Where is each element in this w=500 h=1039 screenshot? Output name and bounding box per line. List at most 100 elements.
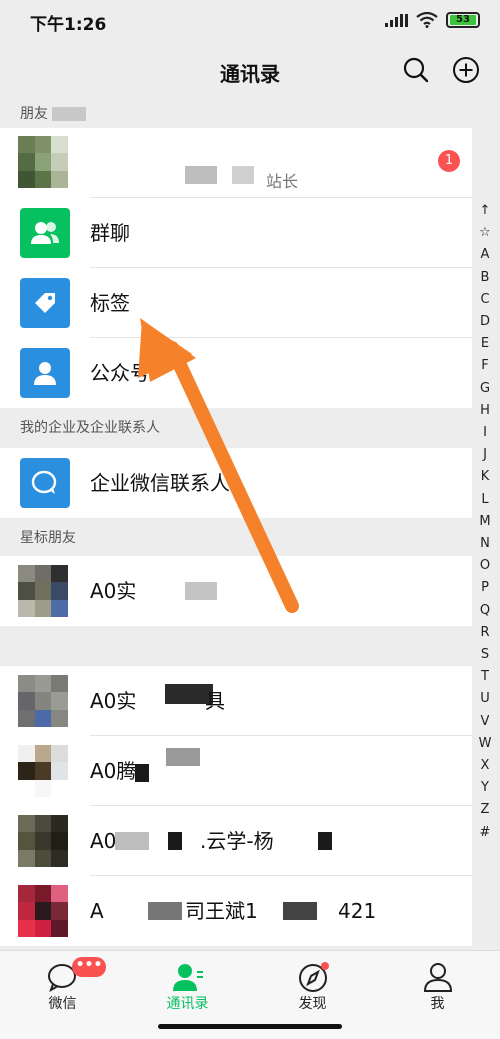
- compass-icon: [299, 962, 329, 992]
- index-letter[interactable]: O: [474, 555, 496, 577]
- tab-label: 发现: [298, 996, 327, 1012]
- section-header-blank: [0, 626, 472, 666]
- avatar: [18, 136, 68, 188]
- index-letter[interactable]: K: [474, 466, 496, 488]
- index-letter[interactable]: W: [474, 733, 496, 755]
- contact-name: 司王斌1: [185, 899, 258, 923]
- mosaic-block: [318, 832, 332, 850]
- index-letter[interactable]: D: [474, 311, 496, 333]
- signal-icon: [385, 13, 408, 27]
- new-friend-row[interactable]: 站长 1: [0, 128, 472, 198]
- contact-row[interactable]: A0实: [0, 556, 472, 626]
- index-letter[interactable]: ☆: [474, 222, 496, 244]
- index-letter[interactable]: U: [474, 688, 496, 710]
- index-letter[interactable]: Y: [474, 777, 496, 799]
- more-badge: •••: [72, 957, 106, 977]
- contact-row[interactable]: A0腾: [0, 736, 472, 806]
- friend-subtitle: 站长: [266, 172, 299, 191]
- index-letter[interactable]: #: [474, 822, 496, 844]
- official-account-icon: [20, 348, 70, 398]
- status-bar: 下午1:26 53: [0, 0, 500, 40]
- enterprise-wechat-icon: [20, 458, 70, 508]
- tab-chats[interactable]: ••• 微信: [0, 951, 125, 1039]
- tab-me[interactable]: 我: [375, 951, 500, 1039]
- mosaic-block: [52, 107, 87, 121]
- mosaic-block: [168, 832, 182, 850]
- index-letter[interactable]: R: [474, 622, 496, 644]
- enterprise-contacts-label: 企业微信联系人: [90, 471, 230, 495]
- contact-name-suffix: 421: [338, 899, 377, 923]
- tab-label: 我: [430, 996, 445, 1012]
- status-indicators: 53: [385, 12, 480, 28]
- index-letter[interactable]: ↑: [474, 200, 496, 222]
- index-letter[interactable]: E: [474, 333, 496, 355]
- index-letter[interactable]: M: [474, 511, 496, 533]
- status-time: 下午1:26: [30, 15, 107, 35]
- mosaic-block: [232, 166, 254, 184]
- contact-row[interactable]: A0实 具: [0, 666, 472, 736]
- contact-row[interactable]: A0 .云学-杨: [0, 806, 472, 876]
- wifi-icon: [416, 12, 438, 28]
- mosaic-block: [148, 902, 182, 920]
- group-chat-label: 群聊: [90, 221, 130, 245]
- contact-name: A0实: [90, 579, 137, 603]
- index-letter[interactable]: X: [474, 755, 496, 777]
- mosaic-block: [283, 902, 317, 920]
- nav-bar: 通讯录: [0, 40, 500, 100]
- mosaic-block: [115, 832, 149, 850]
- index-letter[interactable]: Q: [474, 600, 496, 622]
- section-title: 我的企业及企业联系人: [20, 420, 160, 436]
- index-letter[interactable]: S: [474, 644, 496, 666]
- contact-name-prefix: A: [90, 899, 104, 923]
- index-letter[interactable]: J: [474, 444, 496, 466]
- index-letter[interactable]: H: [474, 400, 496, 422]
- official-accounts-label: 公众号: [90, 361, 150, 385]
- avatar: [18, 565, 68, 617]
- index-letter[interactable]: T: [474, 666, 496, 688]
- unread-badge: 1: [438, 150, 460, 172]
- index-letter[interactable]: P: [474, 577, 496, 599]
- index-letter[interactable]: L: [474, 489, 496, 511]
- index-letter[interactable]: G: [474, 378, 496, 400]
- contact-row[interactable]: A 司王斌1 421: [0, 876, 472, 946]
- index-letter[interactable]: C: [474, 289, 496, 311]
- group-chat-row[interactable]: 群聊: [0, 198, 472, 268]
- contact-name-suffix: 具: [205, 689, 225, 713]
- index-letter[interactable]: B: [474, 267, 496, 289]
- search-icon[interactable]: [402, 56, 430, 84]
- index-letter[interactable]: N: [474, 533, 496, 555]
- index-letter[interactable]: F: [474, 355, 496, 377]
- tags-row[interactable]: 标签: [0, 268, 472, 338]
- index-letter[interactable]: I: [474, 422, 496, 444]
- index-letter[interactable]: A: [474, 244, 496, 266]
- section-header-starred: 星标朋友: [0, 518, 472, 558]
- home-indicator: [158, 1024, 342, 1029]
- section-title: 朋友: [20, 106, 48, 122]
- contact-name: A0腾: [90, 759, 137, 783]
- section-title: 星标朋友: [20, 530, 76, 546]
- avatar: [18, 885, 68, 937]
- index-letter[interactable]: V: [474, 711, 496, 733]
- add-icon[interactable]: [452, 56, 480, 84]
- battery-icon: 53: [446, 12, 480, 28]
- index-letter[interactable]: Z: [474, 799, 496, 821]
- battery-level: 53: [450, 15, 476, 25]
- contacts-icon: [173, 964, 203, 991]
- group-chat-icon: [20, 208, 70, 258]
- contact-name-prefix: A0: [90, 829, 117, 853]
- official-accounts-row[interactable]: 公众号: [0, 338, 472, 408]
- tag-icon: [20, 278, 70, 328]
- contact-name: A0实: [90, 689, 137, 713]
- avatar: [18, 815, 68, 867]
- mosaic-block: [166, 748, 200, 766]
- avatar: [18, 745, 68, 797]
- mosaic-block: [135, 764, 149, 782]
- mosaic-block: [185, 166, 217, 184]
- tab-label: 微信: [48, 996, 77, 1012]
- tags-label: 标签: [90, 291, 130, 315]
- enterprise-contacts-row[interactable]: 企业微信联系人: [0, 448, 472, 518]
- avatar: [18, 675, 68, 727]
- tab-label: 通讯录: [166, 996, 209, 1012]
- alphabet-index[interactable]: ↑ ☆ A B C D E F G H I J K L M N O P Q R S T U V W X Y Z #: [474, 200, 496, 844]
- section-header-enterprise: 我的企业及企业联系人: [0, 408, 472, 448]
